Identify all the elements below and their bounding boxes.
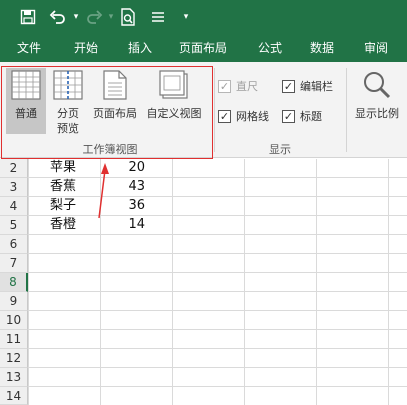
annotation-arrow <box>98 163 109 219</box>
excel-window: ▾ ▾ ▾ 文件 开始 插入 页面布局 公式 数据 审阅 普通 分页 预览 页面… <box>0 0 407 405</box>
